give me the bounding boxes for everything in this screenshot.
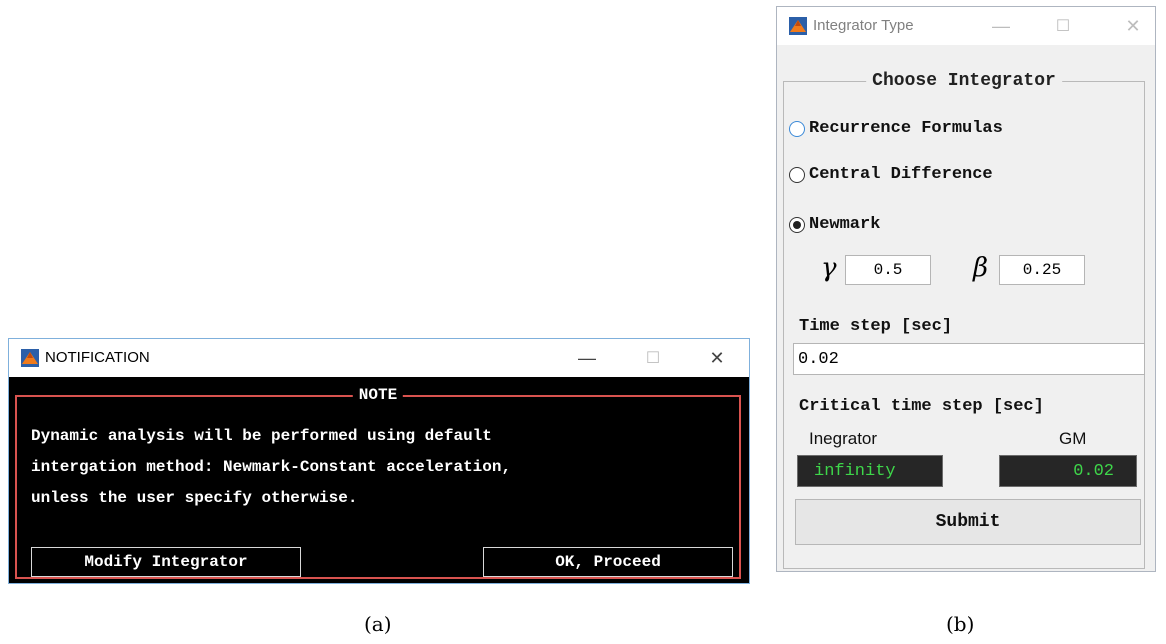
time-step-input[interactable]: 0.02 — [793, 343, 1145, 375]
radio-button[interactable] — [789, 120, 805, 137]
close-button[interactable]: ✕ — [699, 344, 735, 372]
note-frame: NOTE Dynamic analysis will be performed … — [15, 386, 741, 579]
critical-time-step-label: Critical time step [sec] — [799, 397, 1044, 416]
time-step-label: Time step [sec] — [799, 317, 953, 336]
group-title: Choose Integrator — [866, 71, 1062, 91]
beta-symbol: β — [973, 253, 989, 283]
window-title: NOTIFICATION — [45, 349, 150, 366]
window-title: Integrator Type — [813, 17, 914, 34]
radio-recurrence-formulas[interactable]: Recurrence Formulas — [789, 119, 1003, 138]
minimize-button[interactable]: — — [983, 12, 1019, 40]
notification-titlebar[interactable]: NOTIFICATION — ☐ ✕ — [9, 339, 749, 377]
ok-proceed-button[interactable]: OK, Proceed — [483, 547, 733, 577]
matlab-icon — [21, 349, 39, 367]
maximize-button[interactable]: ☐ — [635, 344, 671, 372]
notification-body: NOTE Dynamic analysis will be performed … — [9, 377, 749, 583]
beta-input[interactable]: 0.25 — [999, 255, 1085, 285]
radio-newmark[interactable]: Newmark — [789, 215, 880, 234]
option-label: Central Difference — [809, 165, 993, 184]
integrator-window: Integrator Type — ☐ ✕ Choose Integrator … — [776, 6, 1156, 572]
submit-button[interactable]: Submit — [795, 499, 1141, 545]
radio-central-difference[interactable]: Central Difference — [789, 165, 993, 184]
radio-button[interactable] — [789, 166, 805, 183]
note-message: Dynamic analysis will be performed using… — [31, 427, 512, 507]
note-frame-title: NOTE — [352, 386, 404, 404]
option-label: Newmark — [809, 215, 881, 234]
caption-b: (b) — [946, 612, 975, 636]
integrator-titlebar[interactable]: Integrator Type — ☐ ✕ — [777, 7, 1155, 45]
matlab-icon — [789, 17, 807, 35]
integrator-sublabel: Inegrator — [809, 429, 878, 448]
option-label: Recurrence Formulas — [809, 119, 1003, 138]
gm-critical-value: 0.02 — [999, 455, 1137, 487]
modify-integrator-button[interactable]: Modify Integrator — [31, 547, 301, 577]
maximize-button[interactable]: ☐ — [1045, 12, 1081, 40]
integrator-critical-value: infinity — [797, 455, 943, 487]
gamma-symbol: γ — [821, 253, 837, 283]
close-button[interactable]: ✕ — [1115, 12, 1151, 40]
minimize-button[interactable]: — — [569, 344, 605, 372]
gamma-input[interactable]: 0.5 — [845, 255, 931, 285]
notification-window: NOTIFICATION — ☐ ✕ NOTE Dynamic analysis… — [8, 338, 750, 584]
gm-sublabel: GM — [1059, 429, 1087, 448]
caption-a: (a) — [364, 612, 392, 636]
radio-button-selected[interactable] — [789, 216, 805, 233]
